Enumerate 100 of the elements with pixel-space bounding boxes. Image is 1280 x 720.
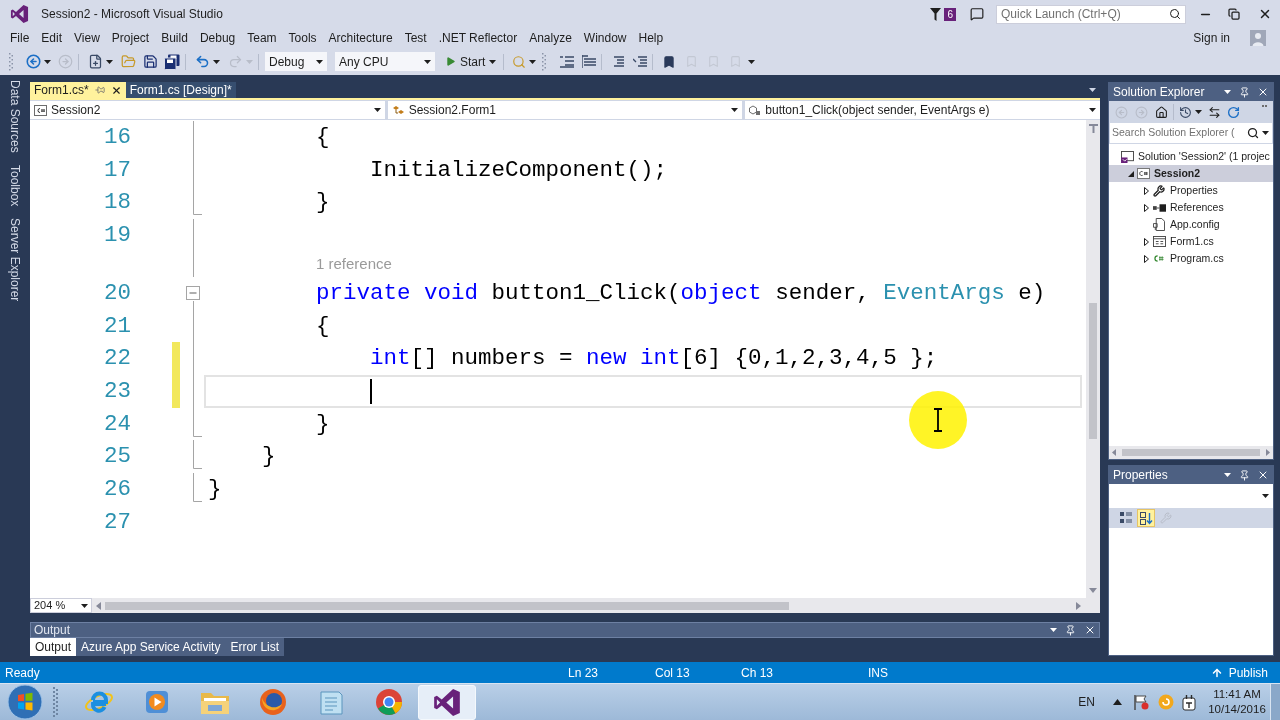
sync-icon[interactable] <box>1208 105 1221 119</box>
configuration-dropdown[interactable]: Debug <box>265 52 327 71</box>
start-button[interactable]: Start <box>443 52 499 71</box>
collapsed-arrow-icon[interactable] <box>1144 254 1149 263</box>
caret-icon[interactable] <box>81 603 88 608</box>
caret-icon[interactable] <box>316 59 323 64</box>
side-tab[interactable]: Data Sources <box>7 80 23 153</box>
scrollbar-thumb[interactable] <box>105 601 789 610</box>
tree-item[interactable]: App.config <box>1109 216 1273 233</box>
new-file-icon[interactable] <box>88 54 103 69</box>
menu-item[interactable]: Build <box>155 28 194 48</box>
sort-icon[interactable] <box>1137 509 1155 527</box>
bookmark-icon[interactable] <box>662 54 677 69</box>
home-icon[interactable] <box>1155 105 1168 119</box>
list-icon[interactable] <box>582 55 597 68</box>
caret-icon[interactable] <box>424 59 431 64</box>
notification-count[interactable]: 6 <box>944 7 956 21</box>
quick-launch-field[interactable]: Quick Launch (Ctrl+Q) <box>996 4 1186 24</box>
tree-item[interactable]: Form1.cs <box>1109 233 1273 250</box>
side-tab[interactable]: Toolbox <box>7 164 23 207</box>
save-all-icon[interactable] <box>164 53 180 70</box>
scroll-down-arrow-icon[interactable] <box>1089 588 1097 593</box>
menu-item[interactable]: Window <box>577 28 633 48</box>
tree-item[interactable]: References <box>1109 199 1273 216</box>
caret-icon[interactable] <box>1089 108 1096 112</box>
clock-date[interactable]: 10/14/2016 <box>1208 702 1266 717</box>
search-icon[interactable] <box>1247 127 1259 139</box>
zoom-dropdown[interactable]: 204 % <box>30 598 92 613</box>
language-indicator[interactable]: EN <box>1078 693 1095 711</box>
tree-item[interactable]: Session2 <box>1109 165 1273 182</box>
caret-icon[interactable] <box>1262 131 1269 135</box>
indent-icon[interactable] <box>611 55 625 68</box>
caret-icon[interactable] <box>529 59 537 64</box>
caret-icon[interactable] <box>1195 110 1202 114</box>
undo-icon[interactable] <box>195 54 210 69</box>
search-field[interactable]: Search Solution Explorer ( <box>1110 123 1272 143</box>
horizontal-scrollbar[interactable] <box>1109 446 1273 459</box>
clock-time[interactable]: 11:41 AM <box>1213 687 1261 702</box>
output-tab[interactable]: Error List <box>225 638 285 656</box>
up-caret-icon[interactable] <box>1113 699 1122 705</box>
power-plug-icon[interactable] <box>1182 693 1196 711</box>
caret-icon[interactable] <box>373 108 381 112</box>
side-tab[interactable]: Server Explorer <box>7 218 23 302</box>
menu-item[interactable]: Test <box>398 28 433 48</box>
publish-button[interactable]: Publish <box>1210 663 1268 682</box>
caret-icon[interactable] <box>106 59 113 64</box>
pin-icon[interactable] <box>94 85 105 95</box>
save-icon[interactable] <box>143 54 158 69</box>
close-icon[interactable] <box>1084 624 1096 636</box>
platform-dropdown[interactable]: Any CPU <box>335 52 435 71</box>
caret-icon[interactable] <box>1224 473 1231 477</box>
member-dropdown[interactable]: button1_Click(object sender, EventArgs e) <box>745 101 1100 119</box>
pin-icon[interactable] <box>1065 624 1076 636</box>
menu-item[interactable]: Architecture <box>322 28 399 48</box>
tree-item[interactable]: Program.cs <box>1109 250 1273 267</box>
start-icon[interactable] <box>7 684 43 720</box>
project-dropdown[interactable]: Session2 <box>30 101 385 119</box>
sign-in-link[interactable]: Sign in <box>1193 29 1230 47</box>
caret-icon[interactable] <box>1089 88 1096 92</box>
pin-icon[interactable] <box>1239 86 1250 98</box>
tree-item[interactable]: Solution 'Session2' (1 projec <box>1109 148 1273 165</box>
speech-bubble-icon[interactable] <box>970 7 984 21</box>
play-icon[interactable] <box>445 56 456 67</box>
caret-icon[interactable] <box>1262 494 1269 498</box>
list-icon[interactable] <box>560 55 575 68</box>
collapsed-arrow-icon[interactable] <box>1144 186 1149 195</box>
editor-tab[interactable]: Form1.cs* <box>30 82 126 98</box>
close-icon[interactable] <box>1257 86 1269 98</box>
tree-item[interactable]: Properties <box>1109 182 1273 199</box>
menu-item[interactable]: .NET Reflector <box>432 28 524 48</box>
menu-item[interactable]: Help <box>632 28 670 48</box>
scroll-left-arrow-icon[interactable] <box>1112 449 1116 456</box>
menu-item[interactable]: Project <box>105 28 156 48</box>
output-tab[interactable]: Azure App Service Activity <box>76 638 226 656</box>
scroll-left-arrow-icon[interactable] <box>96 601 101 610</box>
history-icon[interactable] <box>1179 105 1192 119</box>
pin-icon[interactable] <box>1239 469 1250 481</box>
refresh-icon[interactable] <box>1227 105 1240 119</box>
menu-item[interactable]: Analyze <box>523 28 578 48</box>
caret-icon[interactable] <box>731 108 739 112</box>
editor-tab[interactable]: Form1.cs [Design]* <box>125 82 236 98</box>
caret-icon[interactable] <box>44 59 51 64</box>
taskbar-button[interactable] <box>418 684 476 720</box>
menu-item[interactable]: Edit <box>35 28 69 48</box>
search-icon[interactable] <box>1169 8 1181 20</box>
menu-item[interactable]: File <box>4 28 36 48</box>
close-icon[interactable] <box>110 84 122 96</box>
caret-icon[interactable] <box>1224 90 1231 94</box>
close-icon[interactable] <box>1257 469 1269 481</box>
flag-icon[interactable] <box>1133 694 1149 710</box>
class-dropdown[interactable]: Session2.Form1 <box>387 101 743 119</box>
menu-item[interactable]: Debug <box>193 28 242 48</box>
back-icon[interactable] <box>26 54 41 69</box>
vertical-scrollbar[interactable] <box>1086 120 1100 598</box>
filter-icon[interactable] <box>930 7 942 21</box>
caret-icon[interactable] <box>213 59 220 64</box>
expanded-arrow-icon[interactable] <box>1128 170 1134 177</box>
scrollbar-thumb[interactable] <box>1122 449 1260 456</box>
caret-icon[interactable] <box>748 59 756 64</box>
menu-item[interactable]: Tools <box>282 28 323 48</box>
